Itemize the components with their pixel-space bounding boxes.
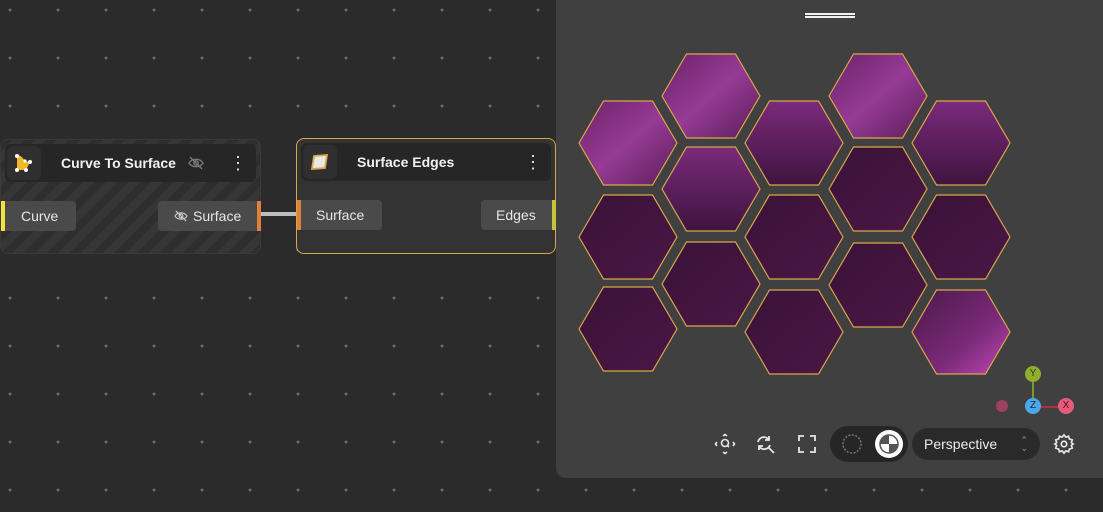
solid-shading-button[interactable] [875, 430, 903, 458]
hex-face [578, 194, 678, 280]
axis-x[interactable]: X [1058, 398, 1074, 414]
hex-face [828, 242, 928, 328]
port-label: Surface [316, 207, 365, 223]
port-connector[interactable] [257, 201, 261, 231]
mesh-render[interactable] [556, 0, 1103, 400]
hex-face [828, 53, 928, 139]
input-port-surface[interactable]: Surface [297, 200, 382, 230]
axis-negative-x[interactable] [996, 400, 1008, 412]
zoom-reset-icon [757, 436, 775, 454]
shading-toggle-group[interactable] [830, 426, 908, 462]
port-label: Curve [21, 208, 59, 224]
output-port-edges[interactable]: Edges [481, 200, 556, 230]
chevron-updown-icon: ⌃ ⌄ [1020, 435, 1028, 453]
node-surface-edges[interactable]: Surface Edges ⋮ Surface Edges [296, 138, 556, 254]
input-port-curve[interactable]: Curve [1, 201, 76, 231]
hex-face [911, 289, 1011, 375]
node-title: Curve To Surface [61, 155, 176, 171]
eye-off-icon [174, 210, 188, 222]
more-menu-icon[interactable]: ⋮ [226, 154, 250, 172]
zoom-reset-button[interactable] [750, 429, 780, 459]
port-label: Surface [193, 208, 242, 224]
node-curve-to-surface[interactable]: Curve To Surface ⋮ Curve Surface [0, 139, 261, 254]
axis-gizmo[interactable]: Y Z X [994, 366, 1074, 418]
node-header[interactable]: Curve To Surface ⋮ [5, 144, 256, 182]
node-header[interactable]: Surface Edges ⋮ [301, 143, 551, 181]
hex-face [578, 286, 678, 372]
viewport-panel[interactable]: Y Z X Perspective ⌃ ⌄ [556, 0, 1103, 478]
focus-view-icon [714, 433, 736, 455]
wireframe-sphere-icon [842, 434, 862, 454]
curve-to-surface-icon [7, 146, 41, 180]
hex-face [661, 53, 761, 139]
eye-off-icon[interactable] [188, 156, 204, 170]
focus-view-button[interactable] [710, 429, 740, 459]
fullscreen-button[interactable] [792, 429, 822, 459]
solid-sphere-icon [879, 434, 899, 454]
hex-face [744, 289, 844, 375]
port-label: Edges [496, 207, 536, 223]
axis-y[interactable]: Y [1025, 366, 1041, 382]
settings-button[interactable] [1049, 429, 1079, 459]
hex-face [911, 194, 1011, 280]
hex-face [911, 100, 1011, 186]
hex-face [744, 194, 844, 280]
projection-label: Perspective [924, 436, 998, 452]
hex-face [828, 146, 928, 232]
hex-face [661, 146, 761, 232]
connection-wire[interactable] [261, 212, 297, 216]
more-menu-icon[interactable]: ⋮ [521, 153, 545, 171]
hex-face [744, 100, 844, 186]
port-connector[interactable] [1, 201, 5, 231]
projection-select[interactable]: Perspective ⌃ ⌄ [912, 428, 1040, 460]
port-connector[interactable] [297, 200, 301, 230]
gear-icon [1053, 433, 1075, 455]
surface-icon [303, 145, 337, 179]
output-port-surface[interactable]: Surface [158, 201, 261, 231]
node-title: Surface Edges [357, 154, 455, 170]
hex-face [661, 241, 761, 327]
wireframe-shading-button[interactable] [840, 432, 864, 456]
fullscreen-icon [798, 435, 816, 453]
axis-z[interactable]: Z [1025, 398, 1041, 414]
hex-face [578, 100, 678, 186]
